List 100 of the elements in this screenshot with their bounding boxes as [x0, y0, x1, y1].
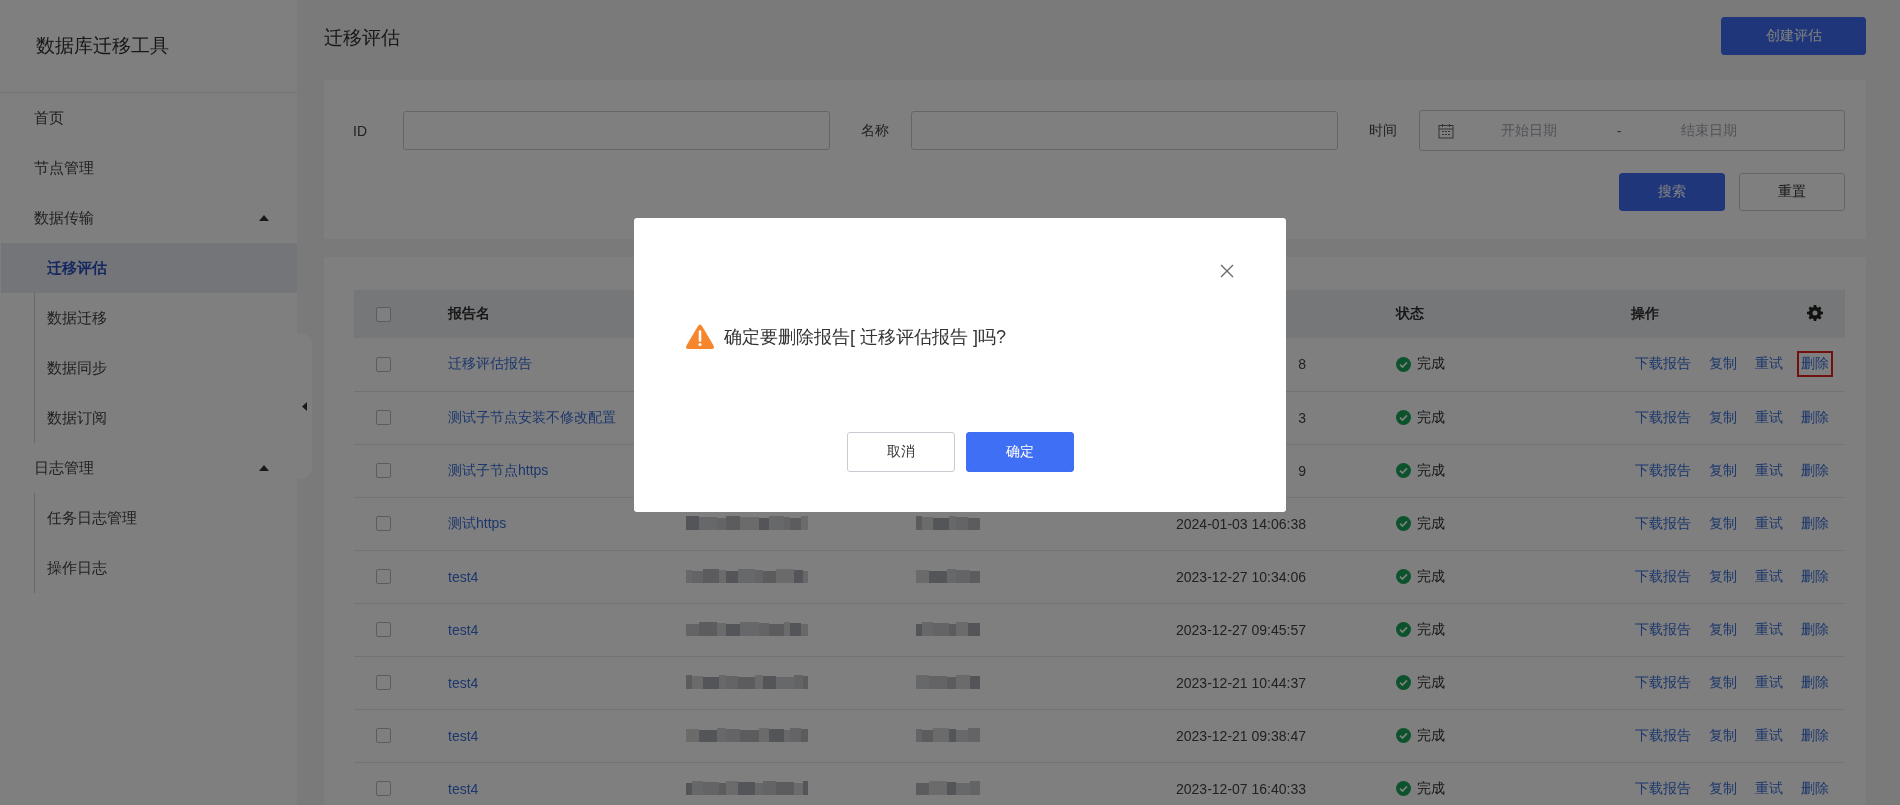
action-link[interactable]: 下载报告 [1631, 510, 1695, 537]
action-link[interactable]: 重试 [1751, 616, 1787, 643]
status-text: 完成 [1417, 461, 1445, 480]
nav-item[interactable]: 首页 [0, 93, 297, 143]
action-link[interactable]: 重试 [1751, 563, 1787, 590]
checkbox[interactable] [376, 781, 391, 796]
checkbox[interactable] [376, 622, 391, 637]
action-link[interactable]: 下载报告 [1631, 404, 1695, 431]
nav-item[interactable]: 数据迁移 [1, 293, 297, 343]
nav-item[interactable]: 数据订阅 [1, 393, 297, 443]
action-link[interactable]: 下载报告 [1631, 669, 1695, 696]
report-link[interactable]: 迁移评估报告 [448, 355, 532, 372]
status-text: 完成 [1417, 779, 1445, 798]
action-link[interactable]: 删除 [1797, 563, 1833, 590]
report-link[interactable]: 测试https [448, 514, 507, 531]
checkbox[interactable] [376, 463, 391, 478]
action-link[interactable]: 下载报告 [1631, 722, 1695, 749]
action-link[interactable]: 删除 [1797, 775, 1833, 802]
action-link[interactable]: 复制 [1705, 722, 1741, 749]
checkbox[interactable] [376, 516, 391, 531]
report-link[interactable]: test4 [448, 568, 479, 585]
action-link[interactable]: 下载报告 [1631, 351, 1695, 378]
status-text: 完成 [1417, 355, 1445, 374]
input-field[interactable] [911, 111, 1338, 150]
checkbox[interactable] [376, 410, 391, 425]
time-text: 8 [1297, 356, 1306, 373]
caret-icon [302, 401, 307, 411]
report-link[interactable]: test4 [448, 621, 479, 638]
nav-item[interactable]: 迁移评估 [1, 243, 297, 293]
check-circle-icon [1396, 463, 1411, 478]
report-link[interactable]: test4 [448, 674, 479, 691]
action-link[interactable]: 下载报告 [1631, 616, 1695, 643]
close-icon[interactable] [1220, 264, 1234, 278]
report-link[interactable]: test4 [448, 780, 479, 797]
nav-item[interactable]: 数据传输 [0, 193, 297, 243]
search-button[interactable]: 搜索 [1619, 173, 1725, 211]
action-link[interactable]: 复制 [1705, 775, 1741, 802]
action-link[interactable]: 下载报告 [1631, 775, 1695, 802]
action-link[interactable]: 重试 [1751, 351, 1787, 378]
action-link[interactable]: 重试 [1751, 669, 1787, 696]
time-text: 2023-12-07 16:40:33 [1175, 780, 1306, 797]
checkbox[interactable] [376, 675, 391, 690]
nav-item[interactable]: 任务日志管理 [1, 493, 297, 543]
checkbox[interactable] [376, 728, 391, 743]
calendar-icon [1438, 122, 1454, 139]
collapse-handle[interactable] [297, 333, 312, 479]
action-link[interactable]: 重试 [1751, 722, 1787, 749]
time-text: 2024-01-03 14:06:38 [1175, 515, 1306, 532]
action-link[interactable]: 重试 [1751, 775, 1787, 802]
status-text: 完成 [1417, 408, 1445, 427]
time-text: 3 [1297, 409, 1306, 426]
status-text: 完成 [1417, 514, 1445, 533]
create-button[interactable]: 创建评估 [1721, 17, 1866, 55]
input-field[interactable] [403, 111, 830, 150]
action-link[interactable]: 下载报告 [1631, 563, 1695, 590]
app-title: 数据库迁移工具 [0, 0, 297, 93]
status-text: 完成 [1417, 567, 1445, 586]
action-link[interactable]: 复制 [1705, 616, 1741, 643]
checkbox[interactable] [376, 356, 391, 372]
field-label: ID [353, 122, 368, 139]
action-link[interactable]: 复制 [1705, 669, 1741, 696]
action-link[interactable]: 删除 [1797, 722, 1833, 749]
column-header: 操作 [1631, 305, 1659, 321]
action-link[interactable]: 重试 [1751, 510, 1787, 537]
action-link[interactable]: 删除 [1797, 510, 1833, 537]
action-link[interactable]: 复制 [1705, 351, 1741, 378]
action-link[interactable]: 复制 [1705, 404, 1741, 431]
checkbox[interactable] [376, 306, 391, 322]
action-link[interactable]: 复制 [1705, 510, 1741, 537]
nav-item[interactable]: 数据同步 [1, 343, 297, 393]
date-separator: - [1615, 122, 1623, 139]
action-link[interactable]: 重试 [1751, 404, 1787, 431]
report-link[interactable]: test4 [448, 727, 479, 744]
time-text: 9 [1297, 462, 1306, 479]
check-circle-icon [1396, 410, 1411, 425]
reset-button[interactable]: 重置 [1739, 173, 1845, 211]
action-link[interactable]: 删除 [1797, 351, 1833, 378]
time-text: 2023-12-27 10:34:06 [1175, 568, 1306, 585]
action-link[interactable]: 复制 [1705, 563, 1741, 590]
action-link[interactable]: 复制 [1705, 457, 1741, 484]
action-link[interactable]: 删除 [1797, 457, 1833, 484]
cancel-button[interactable]: 取消 [846, 432, 955, 472]
confirm-button[interactable]: 确定 [965, 432, 1074, 472]
nav-item[interactable]: 日志管理 [0, 443, 297, 493]
action-link[interactable]: 重试 [1751, 457, 1787, 484]
report-link[interactable]: 测试子节点https [448, 461, 549, 478]
action-link[interactable]: 下载报告 [1631, 457, 1695, 484]
nav-item[interactable]: 节点管理 [0, 143, 297, 193]
action-link[interactable]: 删除 [1797, 669, 1833, 696]
page-title: 迁移评估 [324, 26, 400, 50]
action-link[interactable]: 删除 [1797, 616, 1833, 643]
action-link[interactable]: 删除 [1797, 404, 1833, 431]
column-header: 状态 [1396, 305, 1424, 321]
report-link[interactable]: 测试子节点安装不修改配置 [448, 408, 616, 425]
settings-icon[interactable] [1807, 305, 1823, 321]
checkbox[interactable] [376, 569, 391, 584]
time-text: 2023-12-27 09:45:57 [1175, 621, 1306, 638]
nav-item[interactable]: 操作日志 [1, 543, 297, 593]
field-label: 名称 [861, 121, 890, 140]
time-text: 2023-12-21 10:44:37 [1175, 674, 1306, 691]
